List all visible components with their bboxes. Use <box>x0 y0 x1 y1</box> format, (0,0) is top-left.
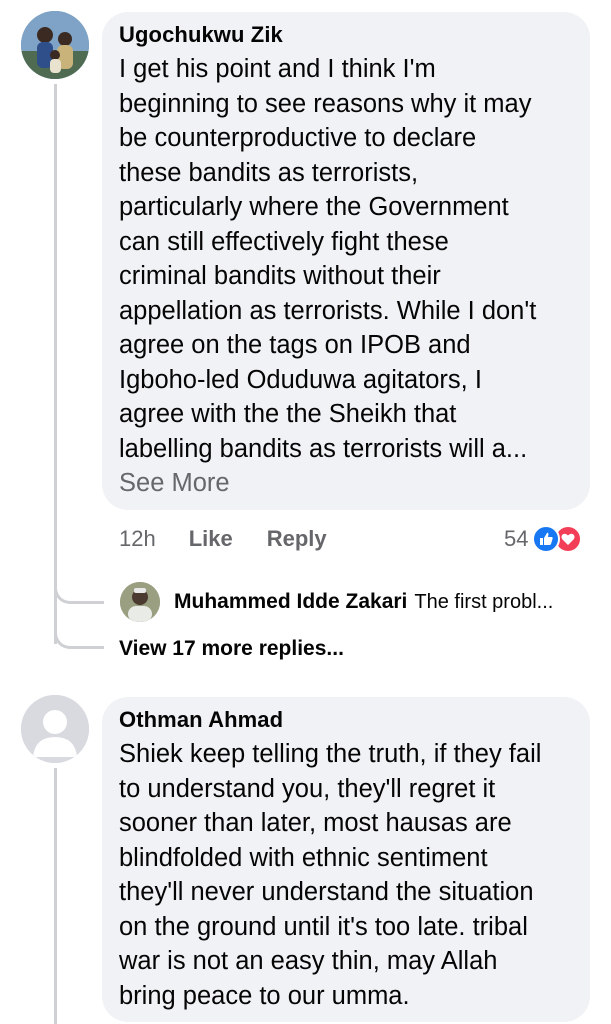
comment-line: on the ground until it's too late. triba… <box>119 912 528 941</box>
profile-photo-icon <box>120 582 160 622</box>
comment-line: appellation as terrorists. While I don't <box>119 296 537 325</box>
comment-actions: 12h Like Reply <box>119 522 327 556</box>
thread-connector-curve <box>54 615 104 649</box>
comment-bubble: Ugochukwu Zik I get his point and I thin… <box>102 12 590 510</box>
comment-line: labelling bandits as terrorists will a..… <box>119 434 528 463</box>
comment-line: they'll never understand the situation <box>119 878 534 906</box>
comment-text: I get his point and I think I'm beginnin… <box>119 52 536 501</box>
thread-connector <box>54 84 57 644</box>
comment-line: can still effectively fight these <box>119 227 449 256</box>
thread-connector <box>54 768 57 1024</box>
comment-line: to understand you, they'll regret it <box>119 774 496 803</box>
profile-photo-icon <box>21 11 89 79</box>
like-button[interactable]: Like <box>189 526 233 552</box>
reaction-count: 54 <box>504 526 529 551</box>
comment-line: agree on the tags on IPOB and <box>119 331 471 359</box>
comment-line: be counterproductive to declare <box>119 124 477 152</box>
comment-line: war is not an easy thin, may Allah <box>119 947 498 975</box>
comment-bubble: Othman Ahmad Shiek keep telling the trut… <box>102 697 590 1022</box>
avatar[interactable] <box>21 695 89 763</box>
comment-line: I get his point and I think I'm <box>119 55 436 83</box>
see-more-link[interactable]: See More <box>119 466 536 501</box>
comment-line: these bandits as terrorists, <box>119 158 419 187</box>
comment-line: Igboho-led Oduduwa agitators, I <box>119 365 482 394</box>
reaction-summary[interactable]: 54 <box>504 522 583 556</box>
default-avatar-icon <box>21 695 89 763</box>
comment-line: criminal bandits without their <box>119 262 441 290</box>
avatar[interactable] <box>21 11 89 79</box>
thread-connector-curve <box>54 570 104 604</box>
comment-line: blindfolded with ethnic sentiment <box>119 843 488 872</box>
comment-line: agree with the the Sheikh that <box>119 400 457 428</box>
comment-line: beginning to see reasons why it may <box>119 89 532 118</box>
reply-preview[interactable]: Muhammed Idde Zakari The first probl... <box>120 582 553 622</box>
reply-button[interactable]: Reply <box>267 526 327 552</box>
reply-avatar <box>120 582 160 622</box>
timestamp[interactable]: 12h <box>119 526 156 552</box>
like-reaction-icon <box>532 525 561 553</box>
reply-author[interactable]: Muhammed Idde Zakari <box>174 590 407 614</box>
comment-line: particularly where the Government <box>119 193 509 221</box>
comment-line: Shiek keep telling the truth, if they fa… <box>119 740 542 768</box>
comment-author[interactable]: Othman Ahmad <box>119 707 283 733</box>
comment-author[interactable]: Ugochukwu Zik <box>119 22 283 48</box>
comment-line: bring peace to our umma. <box>119 981 410 1010</box>
reply-text: The first probl... <box>414 590 554 613</box>
comment-text: Shiek keep telling the truth, if they fa… <box>119 737 541 1013</box>
view-more-replies-link[interactable]: View 17 more replies... <box>119 634 344 664</box>
comment-line: sooner than later, most hausas are <box>119 809 512 837</box>
